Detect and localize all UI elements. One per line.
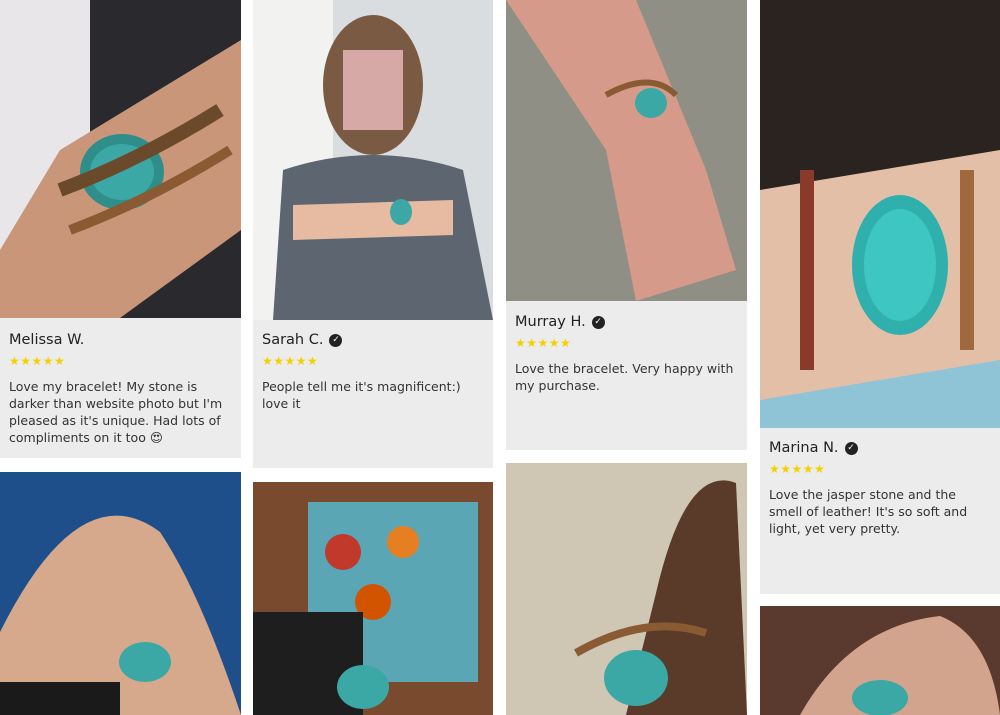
review-text: Love the jasper stone and the smell of l…: [769, 487, 968, 536]
rating-stars: ★★★★★: [262, 354, 319, 368]
review-photo[interactable]: [0, 0, 241, 318]
review-card-marina[interactable]: Marina N. ✓ ★★★★★ Love the jasper stone a…: [760, 0, 1000, 594]
rating-stars: ★★★★★: [515, 336, 572, 350]
reviewer-name: Melissa W.: [9, 332, 85, 348]
review-photo[interactable]: [253, 0, 493, 320]
photo-card-4[interactable]: [760, 606, 1000, 715]
reviewer-name: Sarah C. ✓: [262, 330, 484, 350]
review-card-murray[interactable]: Murray H. ✓ ★★★★★ Love the bracelet. Very…: [506, 0, 747, 450]
rating-stars: ★★★★★: [9, 354, 66, 368]
review-text: Love my bracelet! My stone is darker tha…: [9, 379, 223, 445]
check-circle-icon: ✓: [329, 333, 343, 347]
review-photo[interactable]: [760, 606, 1000, 715]
check-circle-icon: ✓: [844, 441, 858, 455]
check-circle-icon: ✓: [591, 315, 605, 329]
reviewer-name: Murray H. ✓: [515, 312, 738, 332]
rating-stars: ★★★★★: [769, 462, 826, 476]
photo-card-2[interactable]: [253, 482, 493, 715]
photo-card-1[interactable]: [0, 472, 241, 715]
reviewer-name: Marina N. ✓: [769, 438, 991, 458]
review-photo[interactable]: [253, 482, 493, 715]
review-photo[interactable]: [506, 0, 747, 301]
review-photo[interactable]: [506, 463, 747, 715]
review-text: People tell me it's magnificent:) love i…: [262, 379, 461, 411]
review-card-sarah[interactable]: Sarah C. ✓ ★★★★★ People tell me it's magn…: [253, 0, 493, 468]
review-card-melissa[interactable]: Melissa W. ★★★★★ Love my bracelet! My st…: [0, 0, 241, 458]
photo-card-3[interactable]: [506, 463, 747, 715]
review-text: Love the bracelet. Very happy with my pu…: [515, 361, 734, 393]
review-photo[interactable]: [760, 0, 1000, 428]
review-photo[interactable]: [0, 472, 241, 715]
